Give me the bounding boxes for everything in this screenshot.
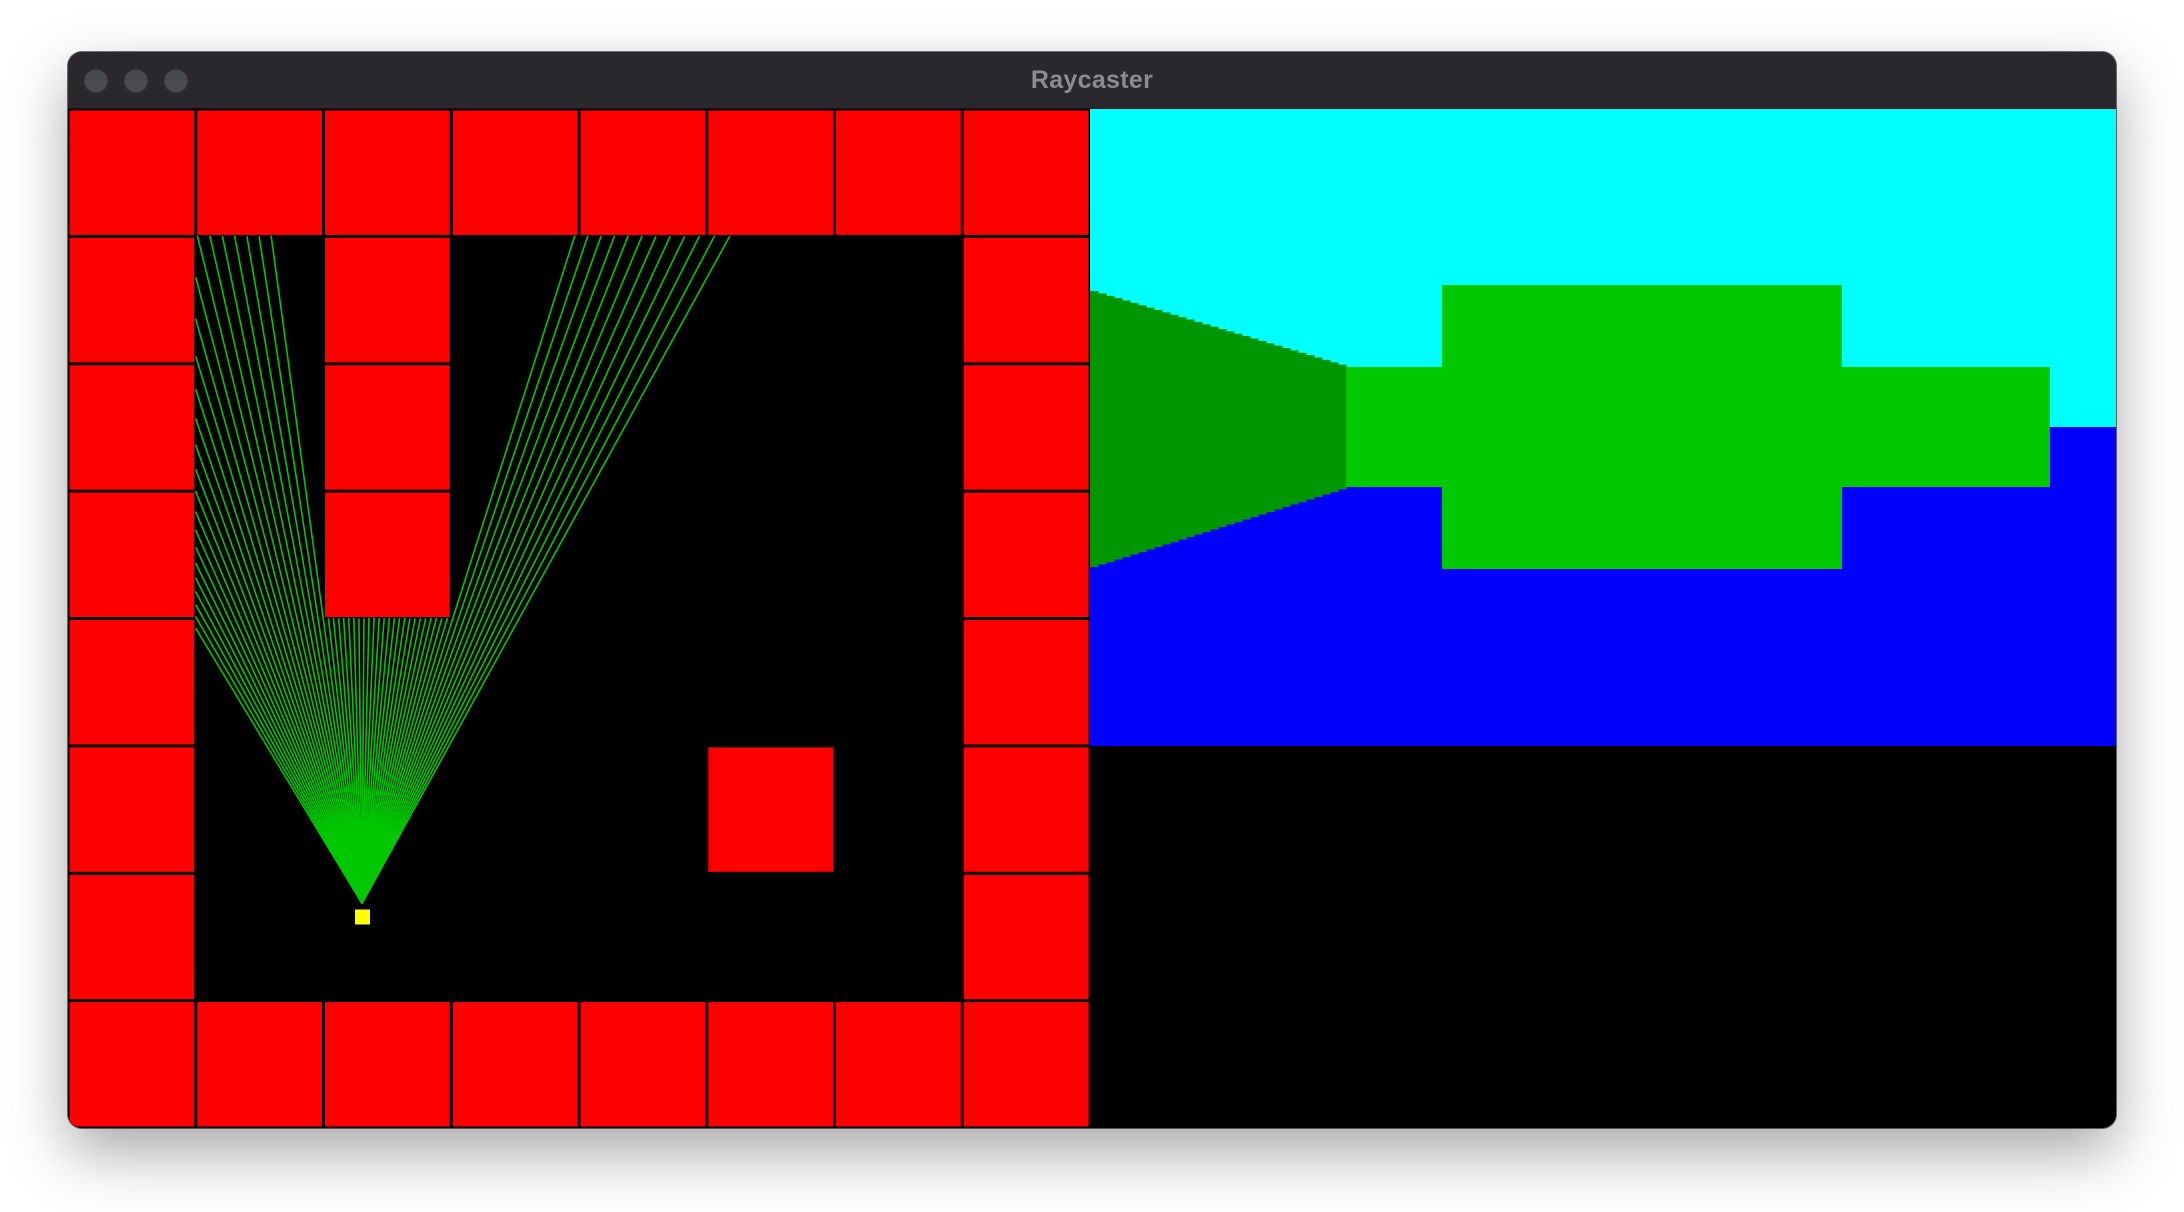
map-floor-cell	[452, 620, 578, 745]
first-person-view	[1090, 109, 2116, 1128]
map-floor-cell	[580, 237, 706, 363]
map-floor-cell	[580, 747, 706, 872]
wall-column-shaded	[1154, 310, 1163, 547]
wall-column-shaded	[1322, 359, 1331, 495]
wall-column-shaded	[1122, 300, 1131, 557]
map-floor-cell	[580, 492, 706, 617]
map-wall-cell	[69, 365, 195, 490]
wall-slice-left	[1346, 367, 1442, 487]
wall-column-shaded	[1226, 331, 1235, 525]
player-marker	[355, 909, 370, 925]
window-title: Raycaster	[1030, 66, 1154, 94]
wall-slice-center	[1442, 285, 1842, 569]
map-floor-cell	[836, 492, 961, 617]
map-wall-cell	[69, 874, 195, 1000]
map-floor-cell	[580, 365, 706, 490]
wall-column-shaded	[1194, 321, 1203, 535]
map-floor-cell	[836, 620, 961, 745]
wall-column-shaded	[1098, 293, 1107, 565]
map-wall-cell	[325, 365, 450, 490]
map-floor-cell	[580, 874, 706, 1000]
wall-column-shaded	[1314, 357, 1323, 497]
wall-column-shaded	[1330, 362, 1339, 493]
map-wall-cell	[963, 110, 1089, 235]
map-floor-cell	[325, 874, 450, 1000]
map-floor-cell	[836, 747, 961, 872]
raycaster-window: Raycaster	[68, 52, 2116, 1128]
map-floor-cell	[197, 237, 323, 363]
map-wall-cell	[69, 237, 195, 363]
wall-column-shaded	[1282, 348, 1291, 507]
wall-column-shaded	[1242, 336, 1251, 520]
wall-column-shaded	[1146, 307, 1155, 550]
map-floor-cell	[836, 874, 961, 1000]
wall-column-shaded	[1138, 305, 1147, 553]
wall-column-shaded	[1130, 302, 1139, 555]
map-floor-cell	[197, 874, 323, 1000]
map-floor-cell	[452, 747, 578, 872]
wall-column-shaded	[1338, 364, 1347, 490]
map-wall-cell	[580, 110, 706, 235]
map-wall-cell	[325, 492, 450, 617]
window-content	[68, 109, 2116, 1128]
map-wall-cell	[69, 620, 195, 745]
map-wall-cell	[325, 1002, 450, 1127]
map-floor-cell	[836, 365, 961, 490]
map-floor-cell	[708, 874, 834, 1000]
wall-column-shaded	[1114, 298, 1123, 560]
wall-column-shaded	[1090, 291, 1099, 567]
map-wall-cell	[69, 747, 195, 872]
title-bar[interactable]: Raycaster	[68, 52, 2116, 109]
map-wall-cell	[963, 365, 1089, 490]
map-wall-cell	[197, 110, 323, 235]
wall-column-shaded	[1274, 345, 1283, 510]
wall-column-shaded	[1162, 312, 1171, 545]
map-wall-cell	[69, 110, 195, 235]
map-wall-cell	[708, 110, 834, 235]
wall-column-shaded	[1290, 350, 1299, 505]
wall-column-shaded	[1210, 326, 1219, 530]
wall-column-shaded	[1202, 324, 1211, 533]
map-wall-cell	[963, 747, 1089, 872]
map-wall-cell	[452, 1002, 578, 1127]
wall-column-shaded	[1234, 333, 1243, 523]
map-wall-cell	[197, 1002, 323, 1127]
map-wall-cell	[708, 747, 834, 872]
map-wall-cell	[963, 237, 1089, 363]
map-wall-cell	[708, 1002, 834, 1127]
map-floor-cell	[452, 237, 578, 363]
map-floor-cell	[452, 874, 578, 1000]
map-floor-cell	[708, 620, 834, 745]
wall-column-shaded	[1218, 329, 1227, 527]
map-wall-cell	[580, 1002, 706, 1127]
map-floor-cell	[708, 365, 834, 490]
wall-column-shaded	[1186, 319, 1195, 537]
map-floor-cell	[580, 620, 706, 745]
map-wall-cell	[69, 492, 195, 617]
map-wall-cell	[325, 110, 450, 235]
map-wall-cell	[452, 110, 578, 235]
map-wall-cell	[963, 492, 1089, 617]
map-wall-cell	[963, 620, 1089, 745]
wall-column-shaded	[1306, 355, 1315, 500]
map-floor-cell	[836, 237, 961, 363]
map-wall-cell	[836, 1002, 961, 1127]
map-wall-cell	[69, 1002, 195, 1127]
wall-slice-right	[1842, 367, 2050, 487]
wall-column-shaded	[1258, 340, 1267, 515]
wall-column-shaded	[1250, 338, 1259, 517]
wall-column-shaded	[1266, 343, 1275, 513]
wall-column-shaded	[1298, 352, 1307, 503]
map-wall-cell	[963, 874, 1089, 1000]
map-wall-cell	[963, 1002, 1089, 1127]
sky-area-right	[2048, 109, 2116, 427]
wall-column-shaded	[1178, 317, 1187, 540]
map-floor-cell	[708, 237, 834, 363]
wall-column-shaded	[1170, 314, 1179, 543]
wall-column-shaded	[1106, 295, 1115, 563]
map-wall-cell	[325, 237, 450, 363]
map-floor-cell	[708, 492, 834, 617]
map-wall-cell	[836, 110, 961, 235]
map-view	[68, 109, 1090, 1128]
